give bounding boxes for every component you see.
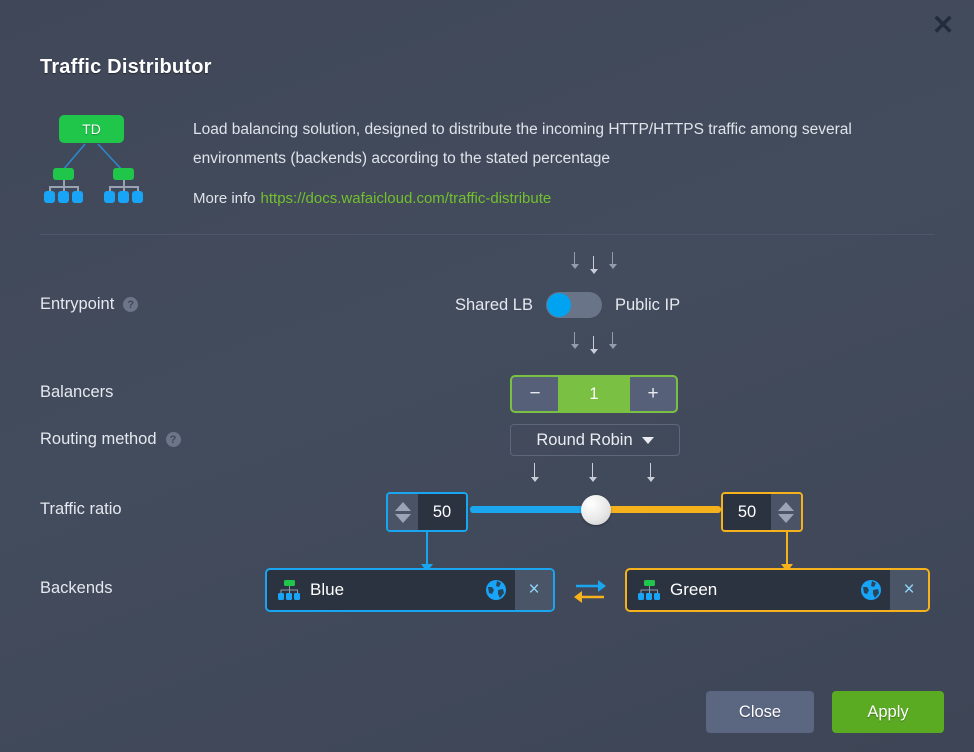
apply-button[interactable]: Apply (832, 691, 944, 733)
traffic-ratio-right-spinner: 50 (721, 492, 803, 532)
entrypoint-row-label: Entrypoint ? (40, 295, 139, 314)
globe-icon[interactable] (483, 577, 509, 603)
flow-arrows-below-entrypoint (570, 332, 620, 356)
td-badge: TD (59, 115, 124, 143)
routing-method-label: Routing method (40, 430, 157, 448)
close-icon[interactable]: ✕ (930, 11, 956, 38)
routing-method-select[interactable]: Round Robin (510, 424, 680, 456)
balancers-row-label: Balancers (40, 383, 113, 402)
traffic-ratio-right-value[interactable]: 50 (723, 494, 771, 530)
traffic-ratio-row-label: Traffic ratio (40, 500, 122, 519)
routing-method-row-label: Routing method ? (40, 430, 181, 449)
environment-icon-left (44, 168, 84, 204)
close-button[interactable]: Close (706, 691, 814, 733)
balancers-stepper: − 1 + (510, 375, 678, 413)
more-info-label: More info (193, 190, 256, 207)
entrypoint-label: Entrypoint (40, 295, 115, 313)
backends-row-label: Backends (40, 579, 112, 598)
backend-item-green: Green × (625, 568, 930, 612)
globe-icon[interactable] (858, 577, 884, 603)
spinner-down-icon[interactable] (395, 513, 411, 523)
more-info: More info https://docs.wafaicloud.com/tra… (193, 190, 551, 207)
help-icon-routing-method[interactable]: ? (165, 432, 181, 447)
balancers-value[interactable]: 1 (558, 377, 630, 411)
right-spinner-arrows[interactable] (771, 494, 801, 530)
spinner-up-icon[interactable] (778, 501, 794, 511)
toggle-option-public-ip[interactable]: Public IP (615, 296, 680, 315)
backend-remove-button[interactable]: × (515, 570, 553, 610)
help-icon-entrypoint[interactable]: ? (123, 297, 139, 312)
page-title: Traffic Distributor (40, 56, 212, 78)
chevron-down-icon (641, 436, 654, 444)
traffic-slider-track-right[interactable] (595, 506, 721, 513)
backend-item-blue: Blue × (265, 568, 555, 612)
docs-link[interactable]: https://docs.wafaicloud.com/traffic-dist… (261, 190, 552, 207)
traffic-distributor-dialog: ✕ Traffic Distributor TD Load balancing … (0, 0, 974, 752)
left-spinner-arrows[interactable] (388, 494, 418, 530)
environment-icon (638, 580, 660, 600)
flow-arrows-below-routing (530, 463, 660, 487)
entrypoint-toggle[interactable] (545, 292, 602, 318)
entrypoint-toggle-group: Shared LB Public IP (455, 292, 680, 318)
backend-remove-button[interactable]: × (890, 570, 928, 610)
backends-label: Backends (40, 579, 113, 597)
environment-icon-right (104, 168, 144, 204)
balancers-increment-button[interactable]: + (630, 377, 676, 411)
backend-name[interactable]: Blue (310, 580, 483, 600)
toggle-knob (546, 293, 571, 317)
traffic-ratio-label: Traffic ratio (40, 500, 122, 518)
balancers-label: Balancers (40, 383, 114, 401)
swap-arrows-icon[interactable] (572, 578, 608, 604)
traffic-slider-track-left[interactable] (470, 506, 595, 513)
balancers-decrement-button[interactable]: − (512, 377, 558, 411)
description-text: Load balancing solution, designed to dis… (193, 121, 852, 167)
routing-method-value: Round Robin (536, 430, 633, 449)
traffic-ratio-left-spinner: 50 (386, 492, 468, 532)
header-divider (40, 234, 934, 235)
flow-arrows-above-entrypoint (570, 252, 620, 276)
traffic-slider-handle[interactable] (581, 495, 611, 525)
spinner-down-icon[interactable] (778, 513, 794, 523)
backend-name[interactable]: Green (670, 580, 858, 600)
traffic-ratio-left-value[interactable]: 50 (418, 494, 466, 530)
environment-icon (278, 580, 300, 600)
toggle-option-shared-lb[interactable]: Shared LB (455, 296, 533, 315)
spinner-up-icon[interactable] (395, 501, 411, 511)
traffic-distributor-icon: TD (38, 108, 168, 208)
